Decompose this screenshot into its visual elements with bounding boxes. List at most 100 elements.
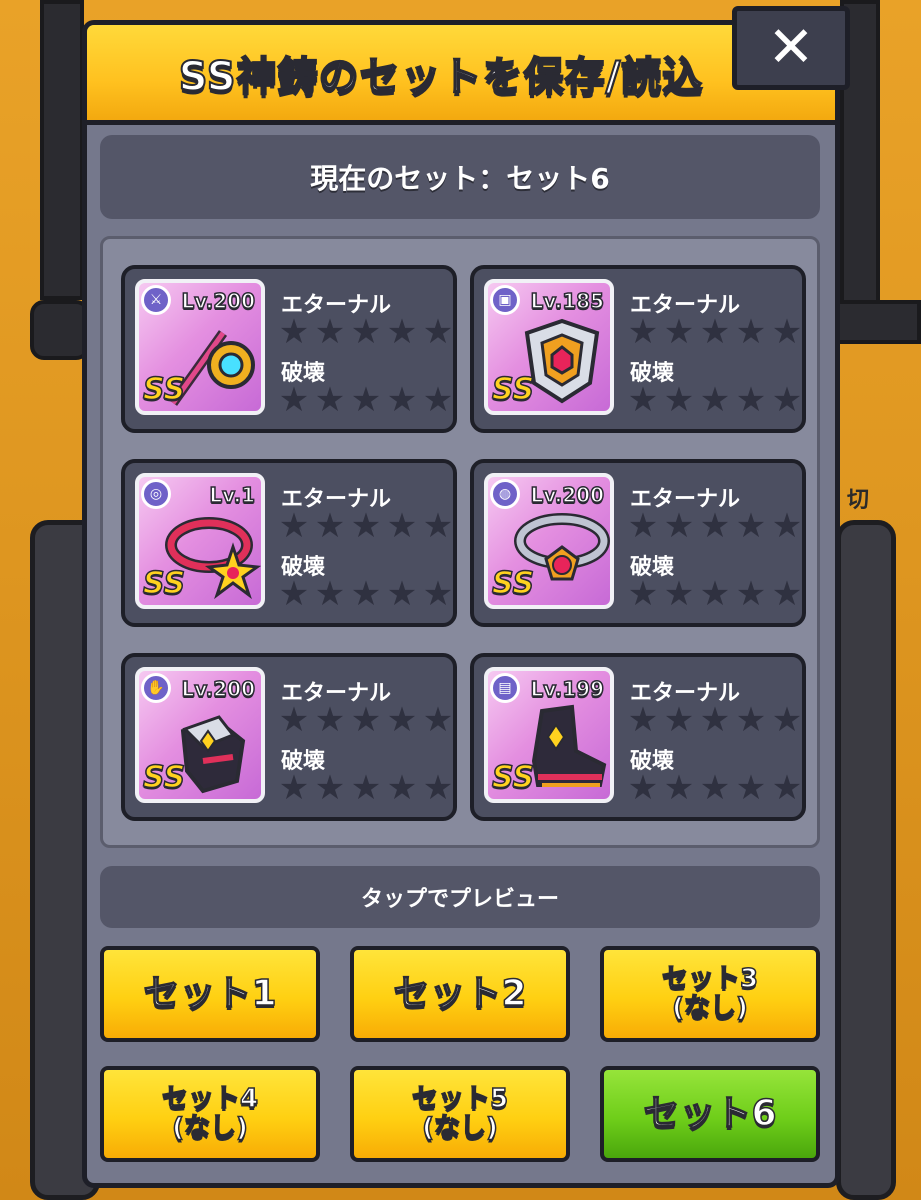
star-icon: ★ <box>699 312 731 352</box>
current-set-label: 現在のセット：セット6 <box>310 162 610 195</box>
star-icon: ★ <box>735 380 767 420</box>
background-pipe <box>40 0 84 300</box>
star-icon: ★ <box>278 700 310 740</box>
preview-hint-bar: タップでプレビュー <box>100 866 820 928</box>
equipment-level: Lv.200 <box>181 288 256 314</box>
equipment-card[interactable]: ◎ Lv.1 SS エターナル ★ ★ ★ ★ ★ 破壊 ★ ★ ★ ★ ★ <box>121 459 457 627</box>
necklace-icon: ◎ <box>141 479 171 509</box>
star-icon: ★ <box>627 312 659 352</box>
star-icon: ★ <box>386 506 418 546</box>
equipment-thumbnail: ⚔ Lv.200 SS <box>135 279 265 415</box>
set-button-label: セット4 <box>161 1084 259 1115</box>
equipment-level: Lv.1 <box>209 482 256 508</box>
star-icon: ★ <box>314 506 346 546</box>
equipment-level: Lv.200 <box>181 676 256 702</box>
star-icon: ★ <box>663 574 695 614</box>
star-icon: ★ <box>627 574 659 614</box>
set-button-label: セット2 <box>393 973 528 1015</box>
star-icon: ★ <box>422 380 454 420</box>
star-icon: ★ <box>771 768 803 808</box>
star-rating: ★ ★ ★ ★ ★ <box>277 315 455 349</box>
star-rating: ★ ★ ★ ★ ★ <box>626 315 804 349</box>
equipment-thumbnail: ▤ Lv.199 SS <box>484 667 614 803</box>
star-icon: ★ <box>771 312 803 352</box>
set-button-4[interactable]: セット4 (なし) <box>100 1066 320 1162</box>
equipment-rank: SS <box>491 565 535 602</box>
star-rating: ★ ★ ★ ★ ★ <box>277 703 455 737</box>
equipment-card[interactable]: ⚔ Lv.200 SS エターナル ★ ★ ★ ★ ★ 破壊 ★ ★ ★ ★ ★ <box>121 265 457 433</box>
equipment-thumbnail: ◍ Lv.200 SS <box>484 473 614 609</box>
star-icon: ★ <box>422 700 454 740</box>
star-icon: ★ <box>663 506 695 546</box>
star-icon: ★ <box>314 768 346 808</box>
star-icon: ★ <box>350 700 382 740</box>
star-icon: ★ <box>350 768 382 808</box>
equipment-rank: SS <box>142 759 186 796</box>
star-icon: ★ <box>735 574 767 614</box>
equipment-thumbnail: ◎ Lv.1 SS <box>135 473 265 609</box>
set-button-3[interactable]: セット3 (なし) <box>600 946 820 1042</box>
star-icon: ★ <box>422 312 454 352</box>
star-icon: ★ <box>386 700 418 740</box>
star-icon: ★ <box>699 700 731 740</box>
star-icon: ★ <box>350 312 382 352</box>
modal-title: SS神鋳のセットを保存/読込 <box>178 53 704 101</box>
belt-icon: ◍ <box>490 479 520 509</box>
star-icon: ★ <box>663 768 695 808</box>
star-icon: ★ <box>735 312 767 352</box>
star-rating: ★ ★ ★ ★ ★ <box>277 577 455 611</box>
boots-icon: ▤ <box>490 673 520 703</box>
current-set-bar: 現在のセット：セット6 <box>100 135 820 219</box>
equipment-rank: SS <box>142 565 186 602</box>
star-icon: ★ <box>386 312 418 352</box>
star-icon: ★ <box>699 506 731 546</box>
star-icon: ★ <box>422 768 454 808</box>
background-pipe <box>830 300 921 344</box>
star-icon: ★ <box>699 768 731 808</box>
glove-icon: ✋ <box>141 673 171 703</box>
star-icon: ★ <box>663 380 695 420</box>
set-button-1[interactable]: セット1 <box>100 946 320 1042</box>
set-button-status: (なし) <box>671 993 748 1023</box>
set-button-status: (なし) <box>421 1113 498 1143</box>
star-icon: ★ <box>278 312 310 352</box>
star-icon: ★ <box>278 768 310 808</box>
close-icon: ✕ <box>767 15 815 80</box>
equipment-card[interactable]: ◍ Lv.200 SS エターナル ★ ★ ★ ★ ★ 破壊 ★ ★ ★ ★ ★ <box>470 459 806 627</box>
star-icon: ★ <box>386 574 418 614</box>
star-icon: ★ <box>350 506 382 546</box>
star-rating: ★ ★ ★ ★ ★ <box>626 703 804 737</box>
star-icon: ★ <box>314 574 346 614</box>
star-icon: ★ <box>771 380 803 420</box>
star-icon: ★ <box>627 506 659 546</box>
star-rating: ★ ★ ★ ★ ★ <box>626 383 804 417</box>
preview-hint-label: タップでプレビュー <box>360 887 559 912</box>
star-icon: ★ <box>278 380 310 420</box>
star-icon: ★ <box>663 700 695 740</box>
star-icon: ★ <box>627 380 659 420</box>
star-icon: ★ <box>627 768 659 808</box>
close-button[interactable]: ✕ <box>732 6 850 90</box>
set-button-2[interactable]: セット2 <box>350 946 570 1042</box>
equipment-level: Lv.199 <box>530 676 605 702</box>
star-icon: ★ <box>350 380 382 420</box>
star-icon: ★ <box>627 700 659 740</box>
background-side-text: 切 <box>846 488 869 513</box>
set-button-label: セット5 <box>411 1084 509 1115</box>
armor-icon: ▣ <box>490 285 520 315</box>
set-button-6[interactable]: セット6 <box>600 1066 820 1162</box>
star-icon: ★ <box>422 574 454 614</box>
equipment-card[interactable]: ▤ Lv.199 SS エターナル ★ ★ ★ ★ ★ 破壊 ★ ★ ★ ★ ★ <box>470 653 806 821</box>
background-pipe <box>30 300 90 360</box>
star-icon: ★ <box>735 506 767 546</box>
set-button-5[interactable]: セット5 (なし) <box>350 1066 570 1162</box>
star-icon: ★ <box>278 506 310 546</box>
equipment-card[interactable]: ▣ Lv.185 SS エターナル ★ ★ ★ ★ ★ 破壊 ★ ★ ★ ★ ★ <box>470 265 806 433</box>
star-icon: ★ <box>278 574 310 614</box>
equipment-rank: SS <box>142 371 186 408</box>
equipment-card[interactable]: ✋ Lv.200 SS エターナル ★ ★ ★ ★ ★ 破壊 ★ ★ ★ ★ ★ <box>121 653 457 821</box>
star-rating: ★ ★ ★ ★ ★ <box>277 383 455 417</box>
equipment-thumbnail: ✋ Lv.200 SS <box>135 667 265 803</box>
star-icon: ★ <box>386 380 418 420</box>
star-icon: ★ <box>735 700 767 740</box>
